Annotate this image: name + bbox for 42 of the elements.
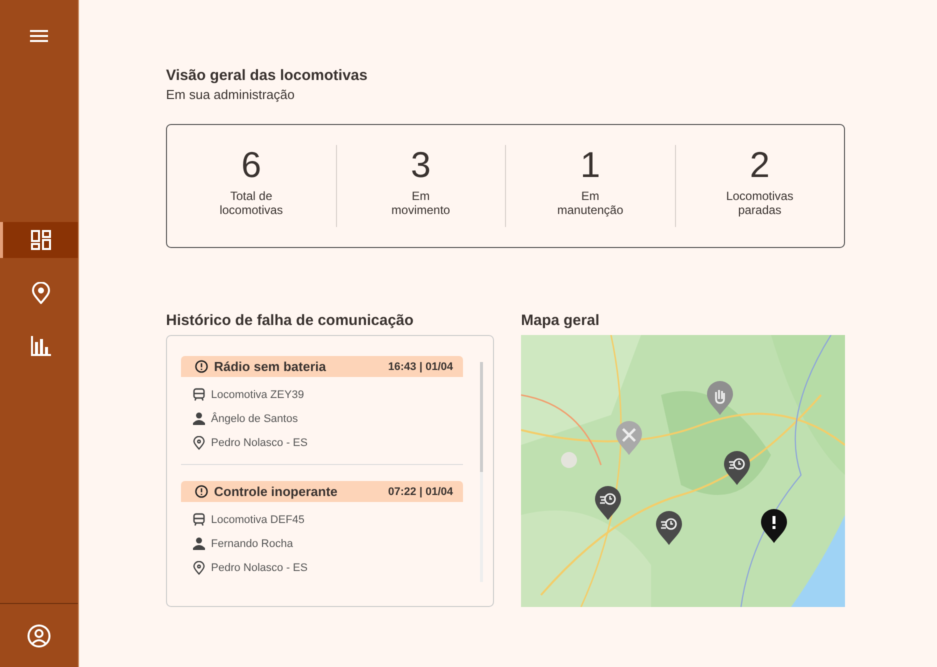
person-icon bbox=[193, 412, 205, 425]
location-name: Pedro Nolasco - ES bbox=[211, 562, 308, 574]
overview-title: Visão geral das locomotivas bbox=[166, 67, 368, 84]
stat-value: 3 bbox=[410, 145, 431, 185]
person-icon bbox=[193, 537, 205, 550]
scrollbar-thumb[interactable] bbox=[480, 362, 483, 472]
clock-marker-icon[interactable] bbox=[595, 486, 621, 520]
event-time: 07:22 | 01/04 bbox=[388, 486, 453, 498]
stat-label: Locomotivas paradas bbox=[726, 189, 794, 217]
menu-icon[interactable] bbox=[30, 30, 48, 42]
stat-label: Em movimento bbox=[391, 189, 450, 217]
stat-label: Em manutenção bbox=[557, 189, 624, 217]
alert-icon bbox=[195, 360, 208, 373]
locomotive-name: Locomotiva ZEY39 bbox=[211, 388, 304, 400]
train-icon bbox=[193, 388, 205, 401]
stat-value: 6 bbox=[241, 145, 262, 185]
event-title: Controle inoperante bbox=[214, 484, 339, 499]
locomotive-name: Locomotiva DEF45 bbox=[211, 514, 305, 526]
operator-name: Ângelo de Santos bbox=[211, 412, 298, 424]
hand-marker-icon[interactable] bbox=[707, 381, 733, 415]
bar-chart-icon bbox=[30, 336, 50, 356]
location-pin-icon bbox=[193, 436, 205, 450]
event-time: 16:43 | 01/04 bbox=[388, 360, 453, 372]
overview-subtitle: Em sua administração bbox=[166, 87, 296, 102]
stat-label: Total de locomotivas bbox=[220, 189, 283, 217]
sidebar-item[interactable] bbox=[0, 222, 78, 258]
stat-value: 1 bbox=[580, 145, 600, 185]
alert-marker-icon[interactable] bbox=[761, 509, 787, 543]
location-pin-icon bbox=[193, 561, 205, 575]
alert-icon bbox=[195, 485, 208, 498]
location-name: Pedro Nolasco - ES bbox=[211, 437, 308, 449]
clock-marker-icon[interactable] bbox=[724, 451, 750, 485]
stat-value: 2 bbox=[750, 145, 770, 185]
dashboard-icon bbox=[30, 230, 50, 250]
map-title: Mapa geral bbox=[521, 312, 600, 329]
train-icon bbox=[193, 513, 205, 526]
user-account-icon[interactable] bbox=[27, 624, 51, 648]
clock-marker-icon[interactable] bbox=[656, 511, 682, 545]
event-title: Rádio sem bateria bbox=[214, 359, 327, 374]
location-pin-icon bbox=[32, 282, 50, 304]
operator-name: Fernando Rocha bbox=[211, 538, 293, 550]
history-title: Histórico de falha de comunicação bbox=[166, 312, 415, 329]
